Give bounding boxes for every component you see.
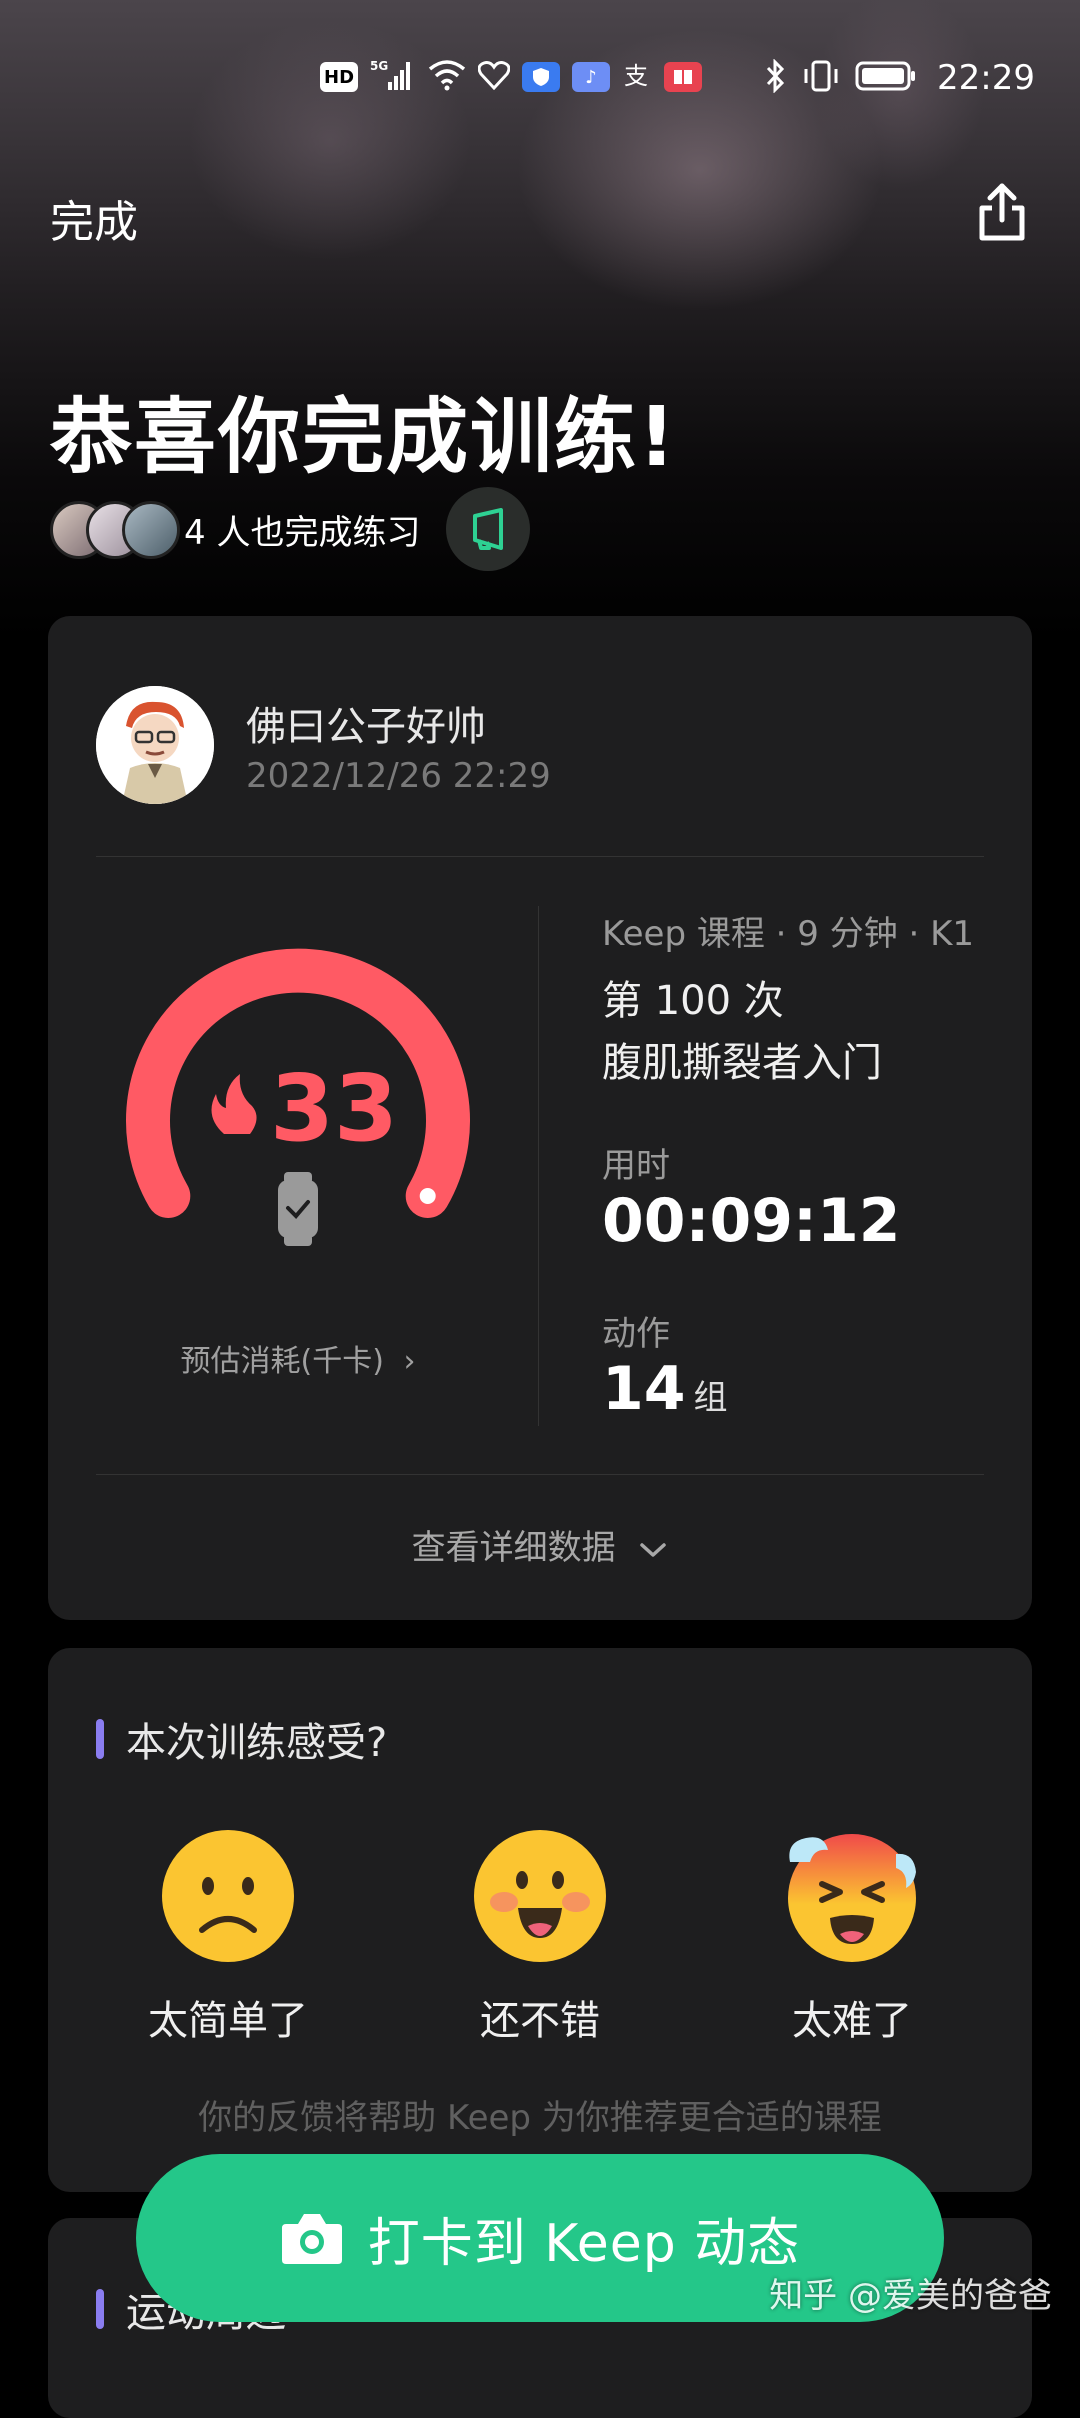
done-button[interactable]: 完成 bbox=[50, 186, 138, 250]
calorie-value: 33 bbox=[270, 1055, 398, 1162]
flame-icon bbox=[211, 1074, 257, 1134]
clock: 22:29 bbox=[937, 58, 1035, 98]
vibrate-icon bbox=[801, 59, 841, 97]
vertical-divider bbox=[538, 906, 539, 1426]
calorie-gauge[interactable]: 33 bbox=[108, 946, 488, 1266]
avatar bbox=[122, 501, 180, 559]
workout-summary-card: 佛曰公子好帅 2022/12/26 22:29 33 预估消耗(千卡) › Ke… bbox=[48, 616, 1032, 1620]
alipay-icon: 支 bbox=[622, 60, 652, 94]
feedback-note: 你的反馈将帮助 Keep 为你推荐更合适的课程 bbox=[198, 2098, 882, 2138]
workout-timestamp: 2022/12/26 22:29 bbox=[246, 756, 551, 796]
others-completed-row: 4 人也完成练习 bbox=[50, 487, 531, 571]
sad-face-icon[interactable] bbox=[160, 1828, 296, 1964]
status-icons-right: 22:29 bbox=[765, 58, 1035, 98]
exhausted-face-icon[interactable] bbox=[784, 1828, 920, 1964]
book-app-icon bbox=[664, 62, 703, 92]
shield-app-icon bbox=[522, 62, 561, 92]
option-okay[interactable]: 还不错 bbox=[440, 1988, 640, 2046]
watermark: 知乎 @爱美的爸爸 bbox=[769, 2276, 1052, 2316]
feel-title: 本次训练感受? bbox=[126, 1720, 388, 1766]
avatar[interactable] bbox=[96, 686, 214, 804]
others-completed-text: 4 人也完成练习 bbox=[184, 512, 421, 553]
duration-value: 00:09:12 bbox=[602, 1186, 901, 1256]
hero-title: 恭喜你完成训练! bbox=[50, 390, 678, 485]
calorie-label[interactable]: 预估消耗(千卡) › bbox=[108, 1336, 488, 1380]
network-label: 5G bbox=[370, 59, 388, 73]
svg-text:支: 支 bbox=[624, 62, 648, 90]
divider bbox=[96, 856, 984, 857]
view-details-label: 查看详细数据 bbox=[411, 1528, 616, 1568]
actions-value: 14 bbox=[602, 1354, 686, 1424]
section-accent-bar bbox=[96, 2289, 104, 2329]
chevron-down-icon bbox=[640, 1542, 667, 1557]
smartwatch-icon bbox=[278, 1172, 318, 1246]
checkin-label: 打卡到 Keep 动态 bbox=[367, 2213, 801, 2274]
actions-stat: 14 组 bbox=[602, 1354, 728, 1424]
option-too-easy[interactable]: 太简单了 bbox=[128, 1988, 328, 2046]
signal-icon: 5G bbox=[370, 58, 416, 96]
cheer-button[interactable] bbox=[446, 487, 531, 571]
session-count: 第 100 次 bbox=[602, 978, 784, 1024]
course-name: 腹肌撕裂者入门 bbox=[602, 1040, 882, 1086]
megaphone-icon bbox=[473, 508, 504, 550]
avatar-stack[interactable] bbox=[50, 501, 180, 559]
user-avatar-illustration bbox=[96, 686, 214, 804]
course-meta: Keep 课程 · 9 分钟 · K1 bbox=[602, 914, 975, 954]
calorie-label-text: 预估消耗(千卡) bbox=[180, 1344, 384, 1379]
actions-label: 动作 bbox=[602, 1314, 670, 1354]
share-icon bbox=[979, 183, 1025, 241]
section-accent-bar bbox=[96, 1719, 104, 1759]
user-name: 佛曰公子好帅 bbox=[246, 704, 486, 750]
section-title: 本次训练感受? bbox=[96, 1710, 387, 1768]
hd-badge: HD bbox=[320, 62, 359, 92]
heart-app-icon bbox=[477, 60, 511, 94]
duration-label: 用时 bbox=[602, 1146, 670, 1186]
wifi-icon bbox=[428, 59, 466, 95]
actions-unit: 组 bbox=[693, 1378, 728, 1418]
happy-face-icon[interactable] bbox=[472, 1828, 608, 1964]
top-nav: 完成 bbox=[0, 180, 1080, 250]
option-too-hard[interactable]: 太难了 bbox=[752, 1988, 952, 2046]
status-bar: HD 5G ♪ 支 22:29 bbox=[0, 50, 1080, 110]
camera-icon bbox=[281, 2214, 342, 2264]
battery-icon bbox=[855, 60, 917, 96]
bluetooth-icon bbox=[765, 58, 787, 97]
status-icons-left: HD 5G ♪ 支 bbox=[320, 58, 703, 96]
music-app-icon: ♪ bbox=[572, 62, 611, 92]
share-button[interactable] bbox=[974, 180, 1030, 244]
chevron-right-icon: › bbox=[403, 1344, 416, 1379]
view-details-button[interactable]: 查看详细数据 bbox=[48, 1520, 1032, 1569]
workout-feeling-card: 本次训练感受? 太简单了 还不错 太难了 你的反馈将帮助 Keep 为你推荐更合… bbox=[48, 1648, 1032, 2192]
divider bbox=[96, 1474, 984, 1475]
